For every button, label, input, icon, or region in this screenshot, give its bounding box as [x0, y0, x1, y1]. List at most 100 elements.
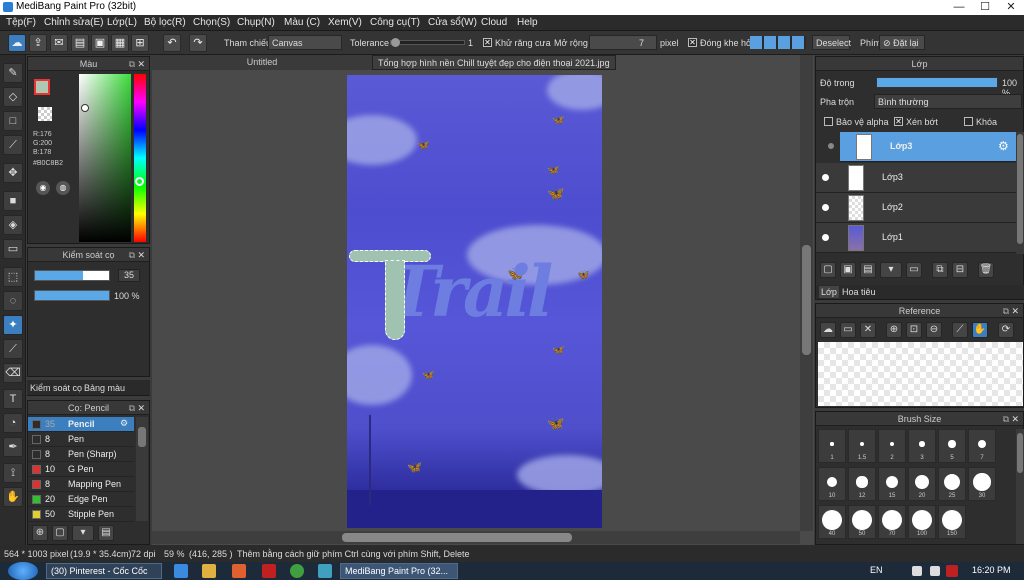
brush-size-scroll-thumb[interactable] — [1017, 433, 1023, 473]
new-brush-icon[interactable]: ▢ — [52, 525, 68, 541]
table-icon[interactable]: ⊞ — [131, 34, 149, 52]
tab-palette[interactable]: Bảng màu — [84, 383, 125, 393]
fill-rect-tool-icon[interactable]: ■ — [3, 191, 23, 211]
select-pen-tool-icon[interactable]: ⟋ — [3, 339, 23, 359]
comment-icon[interactable]: ✉ — [50, 34, 68, 52]
eraser-tool-icon[interactable]: ◇ — [3, 87, 23, 107]
menu-help[interactable]: Help — [517, 17, 538, 28]
brush-size-scrollbar[interactable] — [1016, 429, 1024, 544]
taskbar-pinterest[interactable]: (30) Pinterest - Cốc Cốc — [46, 563, 162, 579]
sv-cursor[interactable] — [81, 104, 89, 112]
close-icon[interactable]: ✕ — [137, 248, 145, 262]
share-icon[interactable]: ⇪ — [29, 34, 47, 52]
layer-item[interactable]: Lớp2 — [816, 193, 1016, 223]
palette-icon[interactable]: ◉ — [36, 181, 50, 195]
operation-tool-icon[interactable]: ◔ — [3, 413, 23, 433]
brush-size-cell[interactable]: 15 — [878, 467, 906, 501]
bucket-tool-icon[interactable]: ◈ — [3, 215, 23, 235]
duplicate-layer-icon[interactable]: ⧉ — [932, 262, 948, 278]
popout-icon[interactable]: ⧉ — [129, 57, 135, 71]
layer-add-menu-icon[interactable]: ▾ — [880, 262, 902, 278]
move-tool-icon[interactable]: ✥ — [3, 163, 23, 183]
layer-list-scrollbar[interactable] — [1016, 132, 1024, 254]
ie-icon[interactable] — [174, 564, 188, 578]
page-icon[interactable]: ▤ — [71, 34, 89, 52]
brush-size-cell[interactable]: 1 — [818, 429, 846, 463]
brush-list-scroll-thumb[interactable] — [138, 427, 146, 447]
brush-size-value[interactable]: 35 — [118, 269, 140, 282]
brush-size-cell[interactable]: 7 — [968, 429, 996, 463]
clip-checkbox[interactable]: ✕ — [894, 117, 903, 126]
text-tool-icon[interactable]: T — [3, 389, 23, 409]
start-button[interactable] — [8, 562, 38, 580]
canvas-horizontal-scrollbar[interactable] — [152, 531, 800, 544]
grid-icon[interactable]: ▦ — [111, 34, 129, 52]
lasso-tool-icon[interactable]: ◌ — [3, 291, 23, 311]
hand-tool-icon[interactable]: ✋ — [3, 487, 23, 507]
menu-select[interactable]: Chọn(S) — [193, 17, 230, 28]
deselect-button[interactable]: Deselect — [812, 35, 851, 50]
brush-size-cell[interactable]: 100 — [908, 505, 936, 539]
expand-input[interactable]: 7 — [589, 35, 657, 50]
popout-icon[interactable]: ⧉ — [129, 401, 135, 415]
close-gap-level[interactable] — [750, 36, 806, 49]
tab-layer[interactable]: Lớp — [819, 286, 839, 298]
network-icon[interactable] — [912, 566, 922, 576]
brush-item-stipple-pen[interactable]: 50 Stipple Pen — [28, 507, 134, 522]
undo-icon[interactable]: ↶ — [163, 34, 181, 52]
lock-checkbox[interactable] — [964, 117, 973, 126]
brush-size-cell[interactable]: 1.5 — [848, 429, 876, 463]
reference-select[interactable]: Canvas — [268, 35, 342, 50]
new-8bit-layer-icon[interactable]: ▤ — [860, 262, 876, 278]
reference-view[interactable] — [818, 342, 1023, 406]
menu-filter[interactable]: Bộ lọc(R) — [144, 17, 186, 28]
canvas-vertical-scrollbar[interactable] — [800, 55, 813, 531]
eye-icon[interactable] — [822, 174, 829, 181]
merge-layer-icon[interactable]: ⊟ — [952, 262, 968, 278]
menu-color[interactable]: Màu (C) — [284, 17, 320, 28]
close-icon[interactable]: ✕ — [137, 57, 145, 71]
eye-icon[interactable] — [822, 204, 829, 211]
select-eraser-tool-icon[interactable]: ⌫ — [3, 363, 23, 383]
add-brush-icon[interactable]: ⊕ — [32, 525, 48, 541]
folder-icon[interactable] — [202, 564, 216, 578]
media-icon[interactable] — [232, 564, 246, 578]
trash-icon[interactable]: 🗑 — [978, 262, 994, 278]
rectangle-tool-icon[interactable]: □ — [3, 111, 23, 131]
eyedropper-icon[interactable]: ⟋ — [952, 322, 968, 338]
layer-item[interactable]: Lớp3 — [816, 163, 1016, 193]
menu-cloud[interactable]: Cloud — [481, 17, 507, 28]
menu-layer[interactable]: Lớp(L) — [107, 17, 137, 28]
chrome-icon[interactable] — [290, 564, 304, 578]
brush-size-cell[interactable]: 3 — [908, 429, 936, 463]
brush-size-cell[interactable]: 20 — [908, 467, 936, 501]
hue-cursor[interactable] — [135, 177, 144, 186]
eyedropper-tool-icon[interactable]: ⟟ — [3, 463, 23, 483]
tab-brush-control[interactable]: Kiểm soát cọ — [30, 383, 82, 393]
close-icon[interactable]: ✕ — [860, 322, 876, 338]
menu-capture[interactable]: Chụp(N) — [237, 17, 275, 28]
redo-icon[interactable]: ↷ — [189, 34, 207, 52]
document-tab[interactable]: Untitled — [152, 55, 372, 70]
menu-window[interactable]: Cửa sổ(W) — [428, 17, 477, 28]
foreground-color-swatch[interactable] — [34, 79, 50, 95]
rotate-icon[interactable]: ⟳ — [998, 322, 1014, 338]
magic-wand-tool-icon[interactable]: ✦ — [3, 315, 23, 335]
tolerance-slider[interactable] — [390, 38, 465, 47]
color-mix-icon[interactable]: ◍ — [56, 181, 70, 195]
taskbar-medibang[interactable]: MediBang Paint Pro (32... — [340, 563, 458, 579]
tab-navigator[interactable]: Hoa tiêu — [842, 287, 876, 297]
brush-size-cell[interactable]: 25 — [938, 467, 966, 501]
cloud-icon[interactable]: ☁ — [820, 322, 836, 338]
volume-icon[interactable] — [930, 566, 940, 576]
brush-size-cell[interactable]: 2 — [878, 429, 906, 463]
brush-item-pen-sharp[interactable]: 8 Pen (Sharp) — [28, 447, 134, 462]
layer-item[interactable]: Lớp1 — [816, 223, 1016, 253]
select-rect-tool-icon[interactable]: ⬚ — [3, 267, 23, 287]
close-icon[interactable]: ✕ — [1011, 304, 1019, 318]
pen-line-tool-icon[interactable]: ⟋ — [3, 135, 23, 155]
maximize-button[interactable]: ☐ — [972, 0, 998, 15]
background-color-swatch[interactable] — [38, 107, 52, 121]
brush-size-cell[interactable]: 70 — [878, 505, 906, 539]
artwork-canvas[interactable]: 🦋 🦋 🦋 🦋 🦋 🦋 🦋 🦋 🦋 🦋 Trail — [347, 75, 602, 528]
